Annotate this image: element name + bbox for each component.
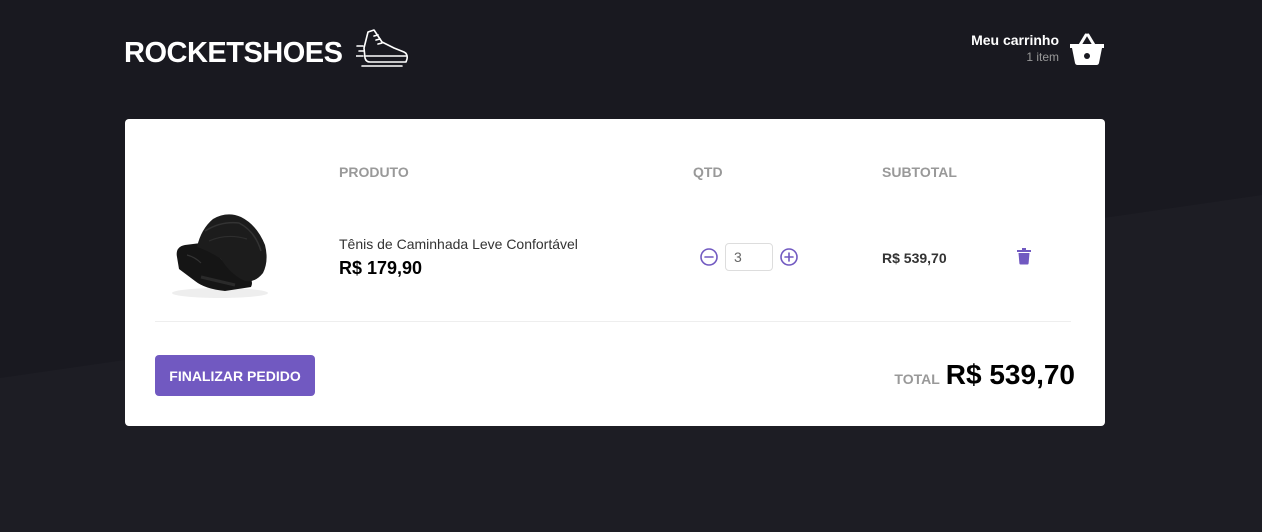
header-qty: QTD	[693, 164, 723, 180]
divider	[155, 321, 1071, 322]
quantity-stepper	[699, 243, 799, 271]
plus-circle-icon[interactable]	[779, 247, 799, 267]
running-shoe-icon	[356, 29, 409, 67]
cart-count: 1 item	[1026, 50, 1059, 64]
header-subtotal: SUBTOTAL	[882, 164, 957, 180]
order-total: TOTAL R$ 539,70	[894, 359, 1075, 391]
cart-summary: Meu carrinho 1 item	[971, 32, 1059, 66]
trash-icon[interactable]	[1016, 247, 1032, 265]
quantity-input[interactable]	[725, 243, 773, 271]
cart-link[interactable]: Meu carrinho 1 item	[971, 32, 1105, 66]
basket-icon	[1070, 33, 1104, 65]
logo[interactable]: ROCKETSHOES	[124, 26, 410, 70]
total-label: TOTAL	[894, 371, 940, 387]
minus-circle-icon[interactable]	[699, 247, 719, 267]
cart-title: Meu carrinho	[971, 32, 1059, 48]
total-value: R$ 539,70	[945, 359, 1075, 390]
item-subtotal: R$ 539,70	[882, 250, 947, 266]
product-price: R$ 179,90	[339, 258, 423, 278]
brand-name: ROCKETSHOES	[124, 36, 343, 69]
checkout-button[interactable]: FINALIZAR PEDIDO	[155, 355, 315, 396]
header: ROCKETSHOES Meu carrinho 1 item	[124, 26, 1105, 82]
product-image	[172, 214, 268, 298]
cart-panel: PRODUTO QTD SUBTOTAL Tênis de Caminhada …	[125, 119, 1105, 426]
header-product: PRODUTO	[339, 164, 409, 180]
product-name: Tênis de Caminhada Leve Confortável	[339, 236, 578, 252]
